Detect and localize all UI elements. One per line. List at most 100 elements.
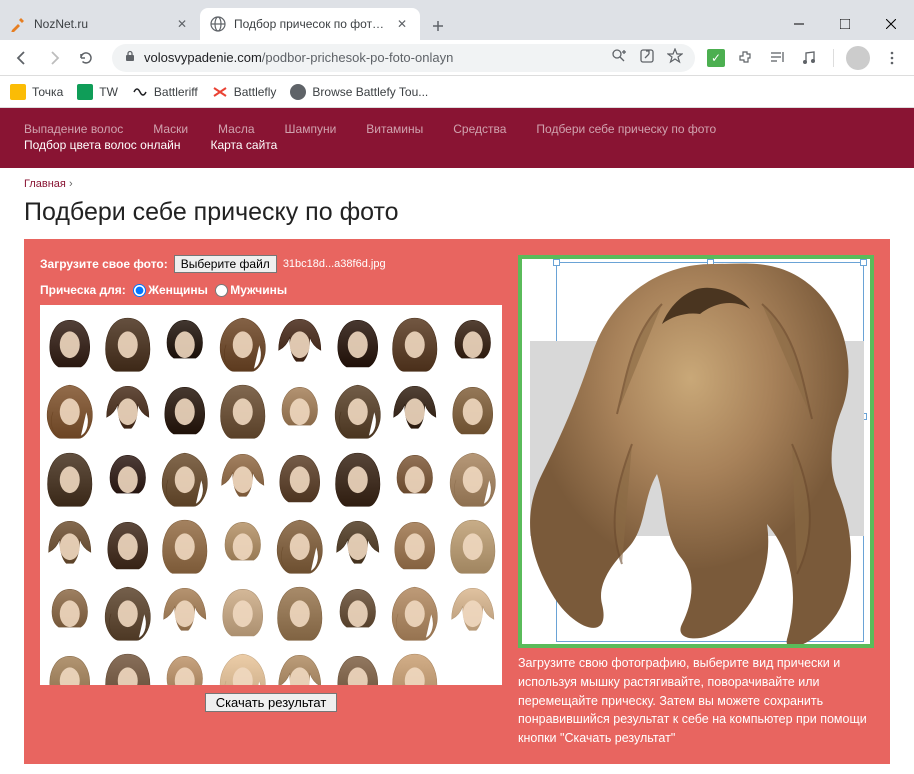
- hairstyle-option[interactable]: [100, 580, 156, 645]
- nav-link[interactable]: Карта сайта: [210, 138, 277, 152]
- hairstyle-option[interactable]: [42, 580, 98, 645]
- maximize-button[interactable]: [822, 8, 868, 40]
- hairstyle-option[interactable]: [42, 311, 98, 376]
- page-title: Подбери себе прическу по фото: [0, 194, 914, 239]
- hairstyle-option[interactable]: [330, 446, 386, 511]
- tab-volosvypadenie[interactable]: Подбор причесок по фото онл ✕: [200, 8, 420, 40]
- star-icon[interactable]: [667, 48, 683, 67]
- hairstyle-option[interactable]: [157, 580, 213, 645]
- forward-button[interactable]: [40, 44, 68, 72]
- hairstyle-option[interactable]: [100, 513, 156, 578]
- hairstyle-option[interactable]: [157, 311, 213, 376]
- minimize-button[interactable]: [776, 8, 822, 40]
- hairstyle-option[interactable]: [215, 513, 271, 578]
- hairstyle-option[interactable]: [330, 311, 386, 376]
- nav-link[interactable]: Выпадение волос: [24, 122, 123, 136]
- choose-file-button[interactable]: Выберите файл: [174, 255, 277, 273]
- bookmark-tw[interactable]: TW: [77, 84, 118, 100]
- bookmark-battlefly[interactable]: Battlefly: [212, 84, 277, 100]
- hairstyle-option[interactable]: [42, 446, 98, 511]
- hairstyle-option[interactable]: [445, 446, 501, 511]
- nav-link[interactable]: Средства: [453, 122, 506, 136]
- close-icon[interactable]: ✕: [394, 16, 410, 32]
- hairstyle-option[interactable]: [387, 513, 443, 578]
- nav-link[interactable]: Подбор цвета волос онлайн: [24, 138, 180, 152]
- hairstyle-option[interactable]: [330, 378, 386, 443]
- hairstyle-option[interactable]: [445, 311, 501, 376]
- tab-title: NozNet.ru: [34, 17, 170, 31]
- hairstyle-option[interactable]: [387, 311, 443, 376]
- hairstyle-option[interactable]: [387, 647, 443, 685]
- bookmark-battlefy[interactable]: Browse Battlefy Tou...: [290, 84, 428, 100]
- file-name: 31bc18d...a38f6d.jpg: [283, 258, 386, 270]
- hairstyle-option[interactable]: [272, 513, 328, 578]
- hairstyle-option[interactable]: [215, 378, 271, 443]
- bookmarks-bar: Точка TW Battleriff Battlefly Browse Bat…: [0, 76, 914, 108]
- lock-icon: [124, 50, 136, 65]
- profile-avatar[interactable]: [846, 46, 870, 70]
- breadcrumb-home[interactable]: Главная: [24, 178, 66, 190]
- close-window-button[interactable]: [868, 8, 914, 40]
- hairstyle-option[interactable]: [42, 378, 98, 443]
- hairstyle-option[interactable]: [157, 378, 213, 443]
- hairstyle-option[interactable]: [330, 580, 386, 645]
- hairstyle-option[interactable]: [387, 378, 443, 443]
- music-icon[interactable]: [797, 46, 821, 70]
- nav-link[interactable]: Масла: [218, 122, 254, 136]
- bookmark-tochka[interactable]: Точка: [10, 84, 63, 100]
- nav-link[interactable]: Шампуни: [285, 122, 337, 136]
- nav-link[interactable]: Витамины: [366, 122, 423, 136]
- hairstyle-option[interactable]: [42, 647, 98, 685]
- address-domain: volosvypadenie.com: [144, 50, 262, 65]
- address-bar[interactable]: volosvypadenie.com/podbor-prichesok-po-f…: [112, 44, 695, 72]
- download-result-button[interactable]: Скачать результат: [205, 693, 338, 712]
- gender-male-radio[interactable]: [215, 284, 228, 297]
- share-icon[interactable]: [639, 48, 655, 67]
- hairstyle-option[interactable]: [272, 378, 328, 443]
- hairstyle-option[interactable]: [445, 580, 501, 645]
- hairstyle-option[interactable]: [157, 446, 213, 511]
- hairstyle-option[interactable]: [272, 647, 328, 685]
- breadcrumb-sep: ›: [69, 178, 73, 190]
- globe-icon: [210, 16, 226, 32]
- hair-overlay[interactable]: [518, 255, 874, 648]
- hairstyle-option[interactable]: [100, 446, 156, 511]
- hairstyle-option[interactable]: [215, 647, 271, 685]
- reload-button[interactable]: [72, 44, 100, 72]
- nav-link[interactable]: Маски: [153, 122, 188, 136]
- hairstyle-option[interactable]: [157, 513, 213, 578]
- hairstyle-option[interactable]: [215, 446, 271, 511]
- hairstyle-option[interactable]: [215, 311, 271, 376]
- gender-female-radio[interactable]: [133, 284, 146, 297]
- hairstyle-grid[interactable]: [40, 305, 502, 685]
- hairstyle-option[interactable]: [330, 647, 386, 685]
- site-nav: Выпадение волос Маски Масла Шампуни Вита…: [0, 108, 914, 168]
- hairstyle-option[interactable]: [445, 378, 501, 443]
- hairstyle-option[interactable]: [100, 311, 156, 376]
- back-button[interactable]: [8, 44, 36, 72]
- preview-canvas[interactable]: [518, 255, 874, 648]
- extension-check-icon[interactable]: ✓: [707, 49, 725, 67]
- extensions-button[interactable]: [733, 46, 757, 70]
- hairstyle-option[interactable]: [42, 513, 98, 578]
- new-tab-button[interactable]: [424, 12, 452, 40]
- bookmark-battleriff[interactable]: Battleriff: [132, 84, 198, 100]
- hairstyle-option[interactable]: [100, 647, 156, 685]
- hairstyle-option[interactable]: [215, 580, 271, 645]
- menu-button[interactable]: [878, 44, 906, 72]
- hairstyle-option[interactable]: [272, 311, 328, 376]
- address-path: /podbor-prichesok-po-foto-onlayn: [262, 50, 454, 65]
- hairstyle-option[interactable]: [330, 513, 386, 578]
- hairstyle-option[interactable]: [157, 647, 213, 685]
- hairstyle-option[interactable]: [272, 446, 328, 511]
- hairstyle-option[interactable]: [387, 446, 443, 511]
- hairstyle-option[interactable]: [387, 580, 443, 645]
- nav-link[interactable]: Подбери себе прическу по фото: [536, 122, 716, 136]
- hairstyle-option[interactable]: [445, 513, 501, 578]
- tab-noznet[interactable]: NozNet.ru ✕: [0, 8, 200, 40]
- hairstyle-option[interactable]: [100, 378, 156, 443]
- search-icon[interactable]: [611, 48, 627, 67]
- close-icon[interactable]: ✕: [174, 16, 190, 32]
- hairstyle-option[interactable]: [272, 580, 328, 645]
- reading-list-icon[interactable]: [765, 46, 789, 70]
